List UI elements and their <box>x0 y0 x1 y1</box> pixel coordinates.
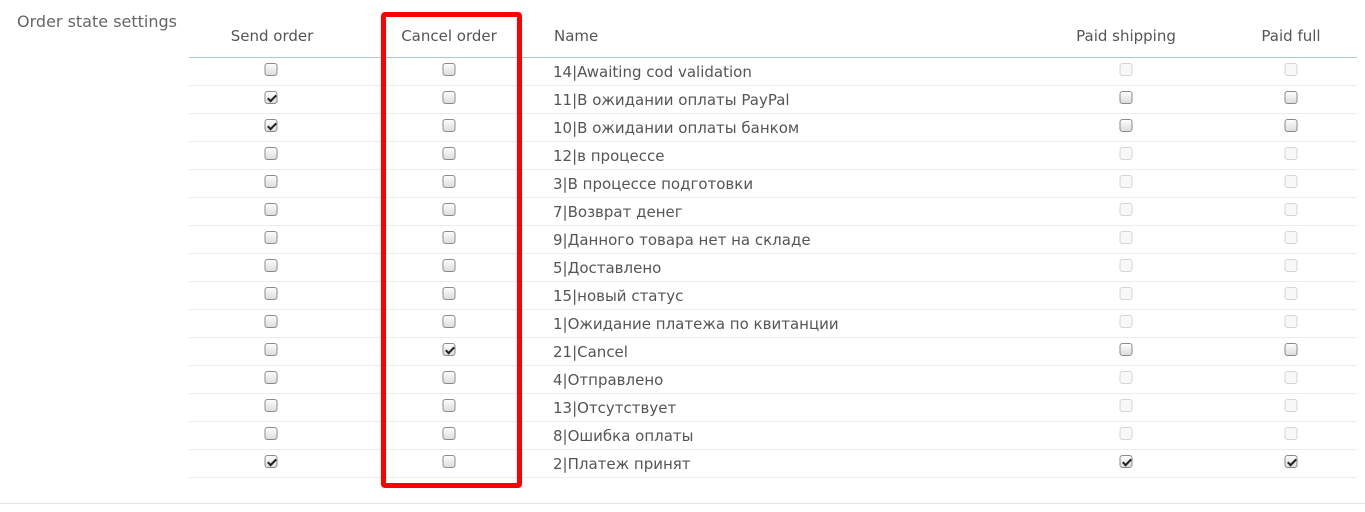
cancel-order-checkbox[interactable] <box>442 147 456 160</box>
order-state-name: 21|Cancel <box>553 343 628 361</box>
paid-full-checkbox <box>1284 63 1298 76</box>
paid-full-checkbox[interactable] <box>1284 343 1298 356</box>
paid-shipping-checkbox <box>1119 399 1133 412</box>
cancel-order-checkbox[interactable] <box>442 175 456 188</box>
order-state-name: 4|Отправлено <box>553 371 664 389</box>
paid-full-checkbox <box>1284 315 1298 328</box>
paid-full-checkbox <box>1284 287 1298 300</box>
table-row: 8|Ошибка оплаты <box>189 422 1357 450</box>
paid-shipping-checkbox <box>1119 175 1133 188</box>
table-row: 12|в процессе <box>189 142 1357 170</box>
order-state-name: 11|В ожидании оплаты PayPal <box>553 91 790 109</box>
send-order-checkbox[interactable] <box>264 119 278 132</box>
send-order-checkbox[interactable] <box>264 287 278 300</box>
table-row: 3|В процессе подготовки <box>189 170 1357 198</box>
order-state-name: 15|новый статус <box>553 287 684 305</box>
cancel-order-checkbox[interactable] <box>442 371 456 384</box>
send-order-checkbox[interactable] <box>264 399 278 412</box>
paid-shipping-checkbox[interactable] <box>1119 91 1133 104</box>
cancel-order-checkbox[interactable] <box>442 427 456 440</box>
header-paid-shipping: Paid shipping <box>1076 27 1176 45</box>
header-name: Name <box>554 27 599 45</box>
order-state-name: 12|в процессе <box>553 147 665 165</box>
paid-shipping-checkbox <box>1119 427 1133 440</box>
bottom-divider <box>0 503 1365 504</box>
paid-shipping-checkbox[interactable] <box>1119 119 1133 132</box>
send-order-checkbox[interactable] <box>264 315 278 328</box>
table-row: 10|В ожидании оплаты банком <box>189 114 1357 142</box>
paid-full-checkbox <box>1284 175 1298 188</box>
paid-shipping-checkbox <box>1119 259 1133 272</box>
cancel-order-checkbox[interactable] <box>442 287 456 300</box>
table-row: 21|Cancel <box>189 338 1357 366</box>
order-state-name: 8|Ошибка оплаты <box>553 427 694 445</box>
paid-full-checkbox <box>1284 203 1298 216</box>
cancel-order-checkbox[interactable] <box>442 203 456 216</box>
paid-full-checkbox <box>1284 259 1298 272</box>
paid-shipping-checkbox <box>1119 371 1133 384</box>
send-order-checkbox[interactable] <box>264 63 278 76</box>
cancel-order-checkbox[interactable] <box>442 259 456 272</box>
paid-full-checkbox <box>1284 147 1298 160</box>
send-order-checkbox[interactable] <box>264 147 278 160</box>
table-row: 5|Доставлено <box>189 254 1357 282</box>
paid-shipping-checkbox[interactable] <box>1119 455 1133 468</box>
order-state-name: 7|Возврат денег <box>553 203 683 221</box>
send-order-checkbox[interactable] <box>264 175 278 188</box>
paid-shipping-checkbox[interactable] <box>1119 343 1133 356</box>
paid-full-checkbox[interactable] <box>1284 91 1298 104</box>
order-states-table: 14|Awaiting cod validation 11|В ожидании … <box>189 58 1357 478</box>
send-order-checkbox[interactable] <box>264 259 278 272</box>
cancel-order-checkbox[interactable] <box>442 455 456 468</box>
paid-full-checkbox[interactable] <box>1284 119 1298 132</box>
table-row: 14|Awaiting cod validation <box>189 58 1357 86</box>
paid-shipping-checkbox <box>1119 287 1133 300</box>
send-order-checkbox[interactable] <box>264 231 278 244</box>
paid-full-checkbox[interactable] <box>1284 455 1298 468</box>
order-state-name: 14|Awaiting cod validation <box>553 63 752 81</box>
table-row: 2|Платеж принят <box>189 450 1357 478</box>
order-state-name: 10|В ожидании оплаты банком <box>553 119 800 137</box>
order-state-settings-label: Order state settings <box>17 12 177 31</box>
cancel-order-checkbox[interactable] <box>442 399 456 412</box>
paid-shipping-checkbox <box>1119 315 1133 328</box>
paid-shipping-checkbox <box>1119 63 1133 76</box>
table-row: 4|Отправлено <box>189 366 1357 394</box>
table-row: 7|Возврат денег <box>189 198 1357 226</box>
cancel-order-checkbox[interactable] <box>442 315 456 328</box>
order-state-name: 5|Доставлено <box>553 259 662 277</box>
order-state-name: 3|В процессе подготовки <box>553 175 754 193</box>
paid-full-checkbox <box>1284 231 1298 244</box>
table-row: 13|Отсутствует <box>189 394 1357 422</box>
order-state-name: 9|Данного товара нет на складе <box>553 231 811 249</box>
send-order-checkbox[interactable] <box>264 343 278 356</box>
cancel-order-checkbox[interactable] <box>442 231 456 244</box>
header-cancel-order: Cancel order <box>401 27 497 45</box>
cancel-order-checkbox[interactable] <box>442 343 456 356</box>
send-order-checkbox[interactable] <box>264 371 278 384</box>
paid-shipping-checkbox <box>1119 231 1133 244</box>
header-paid-full: Paid full <box>1261 27 1321 45</box>
table-row: 15|новый статус <box>189 282 1357 310</box>
send-order-checkbox[interactable] <box>264 427 278 440</box>
send-order-checkbox[interactable] <box>264 203 278 216</box>
table-row: 1|Ожидание платежа по квитанции <box>189 310 1357 338</box>
paid-shipping-checkbox <box>1119 147 1133 160</box>
header-send-order: Send order <box>230 27 314 45</box>
table-row: 9|Данного товара нет на складе <box>189 226 1357 254</box>
paid-full-checkbox <box>1284 427 1298 440</box>
order-state-name: 13|Отсутствует <box>553 399 677 417</box>
cancel-order-checkbox[interactable] <box>442 91 456 104</box>
order-state-name: 2|Платеж принят <box>553 455 691 473</box>
cancel-order-checkbox[interactable] <box>442 119 456 132</box>
send-order-checkbox[interactable] <box>264 455 278 468</box>
table-row: 11|В ожидании оплаты PayPal <box>189 86 1357 114</box>
paid-full-checkbox <box>1284 371 1298 384</box>
cancel-order-checkbox[interactable] <box>442 63 456 76</box>
send-order-checkbox[interactable] <box>264 91 278 104</box>
order-state-name: 1|Ожидание платежа по квитанции <box>553 315 839 333</box>
paid-full-checkbox <box>1284 399 1298 412</box>
paid-shipping-checkbox <box>1119 203 1133 216</box>
